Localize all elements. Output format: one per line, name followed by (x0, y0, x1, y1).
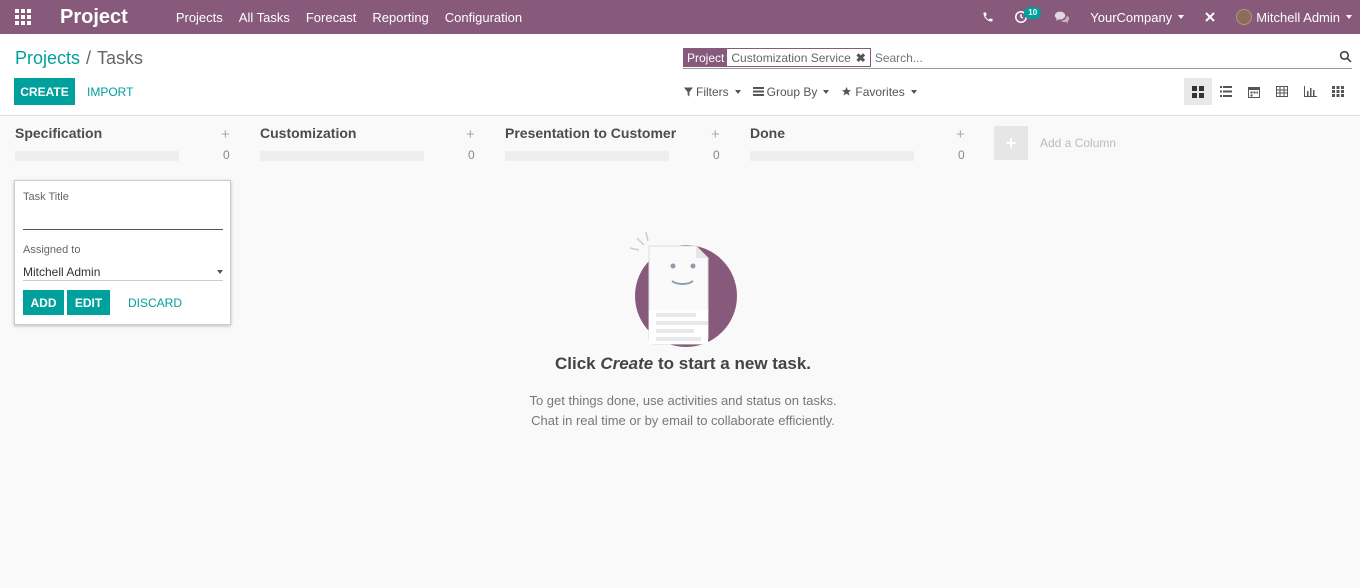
column-title[interactable]: Specification (15, 125, 102, 141)
user-menu[interactable]: Mitchell Admin (1226, 0, 1360, 34)
search-facet-project: Project Customization Service ✖ (683, 48, 871, 67)
group-by-label: Group By (766, 84, 818, 99)
plus-icon: + (994, 126, 1028, 160)
breadcrumb-separator: / (86, 48, 92, 68)
control-panel: Projects / Tasks CREATE IMPORT Project C… (0, 34, 1360, 116)
add-button[interactable]: ADD (23, 290, 64, 315)
search-options: Filters Group By Favorites (684, 78, 929, 105)
column-progress-bar (505, 151, 669, 161)
task-title-label: Task Title (23, 191, 69, 203)
menu-reporting[interactable]: Reporting (364, 0, 436, 34)
menu-projects[interactable]: Projects (168, 0, 231, 34)
column-quick-add-icon[interactable]: + (711, 126, 720, 143)
column-progress-bar (260, 151, 424, 161)
column-count: 0 (468, 148, 475, 162)
kanban-view-icon[interactable] (1184, 78, 1212, 105)
column-count: 0 (223, 148, 230, 162)
favorites-dropdown[interactable]: Favorites (841, 84, 917, 99)
caret-down-icon (910, 89, 917, 94)
filter-icon (684, 87, 693, 96)
user-avatar (1236, 9, 1253, 25)
activity-count-badge: 10 (1024, 7, 1042, 19)
add-column-label: Add a Column (1040, 136, 1117, 150)
caret-down-icon (1346, 15, 1352, 19)
helper-title: Click Create to start a new task. (554, 354, 812, 373)
activity-view-icon[interactable] (1324, 78, 1352, 105)
assigned-to-select[interactable]: Mitchell Admin (23, 264, 223, 281)
assigned-to-label: Assigned to (23, 244, 81, 256)
column-title[interactable]: Presentation to Customer (505, 125, 676, 141)
group-by-dropdown[interactable]: Group By (752, 84, 830, 99)
pivot-view-icon[interactable] (1268, 78, 1296, 105)
app-title[interactable]: Project (60, 6, 128, 29)
breadcrumb: Projects / Tasks (15, 48, 143, 69)
view-switcher (1184, 78, 1352, 105)
top-navbar: Project Projects All Tasks Forecast Repo… (0, 0, 1360, 34)
column-title[interactable]: Customization (260, 125, 356, 141)
column-quick-add-icon[interactable]: + (466, 126, 475, 143)
list-view-icon[interactable] (1212, 78, 1240, 105)
favorites-label: Favorites (855, 84, 905, 99)
remove-facet-icon[interactable]: ✖ (856, 51, 866, 65)
empty-document-illustration (629, 231, 737, 347)
caret-down-icon (823, 89, 830, 94)
helper-text: To get things done, use activities and s… (430, 391, 936, 431)
user-name: Mitchell Admin (1256, 9, 1340, 25)
column-progress-bar (15, 151, 179, 161)
create-button[interactable]: CREATE (14, 78, 75, 105)
empty-helper: Click Create to start a new task. To get… (430, 226, 936, 431)
star-icon (842, 86, 852, 96)
caret-down-icon (217, 270, 223, 274)
task-title-input[interactable] (23, 209, 223, 230)
group-by-icon (752, 87, 764, 96)
assigned-to-value: Mitchell Admin (23, 265, 101, 279)
menu-all-tasks[interactable]: All Tasks (231, 0, 298, 34)
activity-clock-icon[interactable]: 10 (1004, 0, 1042, 34)
menu-forecast[interactable]: Forecast (298, 0, 365, 34)
facet-value: Customization Service ✖ (727, 49, 870, 66)
company-name: YourCompany (1090, 9, 1173, 25)
search-input[interactable] (874, 50, 1175, 65)
column-count: 0 (713, 148, 720, 162)
add-column-button[interactable]: + Add a Column (994, 126, 1116, 160)
facet-category: Project (684, 49, 728, 66)
calendar-view-icon[interactable] (1240, 78, 1268, 105)
quick-create-card: Task Title Assigned to Mitchell Admin AD… (14, 180, 231, 325)
column-count: 0 (958, 148, 965, 162)
search-bar: Project Customization Service ✖ (683, 47, 1352, 69)
helper-line-1: To get things done, use activities and s… (529, 393, 837, 408)
breadcrumb-projects-link[interactable]: Projects (15, 48, 80, 69)
edit-button[interactable]: EDIT (67, 290, 110, 315)
column-title[interactable]: Done (750, 125, 785, 141)
column-progress-bar (750, 151, 914, 161)
company-switcher[interactable]: YourCompany (1080, 0, 1194, 34)
phone-icon[interactable] (972, 0, 1004, 34)
kanban-board: Specification + 0 Customization + 0 Pres… (0, 116, 1360, 588)
column-quick-add-icon[interactable]: + (956, 126, 965, 143)
discard-button[interactable]: DISCARD (128, 290, 182, 315)
import-button[interactable]: IMPORT (87, 78, 133, 105)
debug-tools-icon[interactable] (1194, 0, 1226, 34)
apps-menu-icon[interactable] (0, 0, 46, 34)
column-quick-add-icon[interactable]: + (221, 126, 230, 143)
search-icon[interactable] (1339, 50, 1352, 66)
caret-down-icon (734, 89, 741, 94)
menu-configuration[interactable]: Configuration (437, 0, 530, 34)
facet-value-text: Customization Service (731, 50, 851, 65)
helper-line-2: Chat in real time or by email to collabo… (531, 413, 835, 428)
filters-label: Filters (696, 84, 729, 99)
filters-dropdown[interactable]: Filters (684, 85, 741, 99)
caret-down-icon (1178, 15, 1185, 19)
breadcrumb-current: Tasks (97, 48, 144, 68)
chat-bubbles-icon[interactable] (1044, 0, 1080, 34)
graph-view-icon[interactable] (1296, 78, 1324, 105)
